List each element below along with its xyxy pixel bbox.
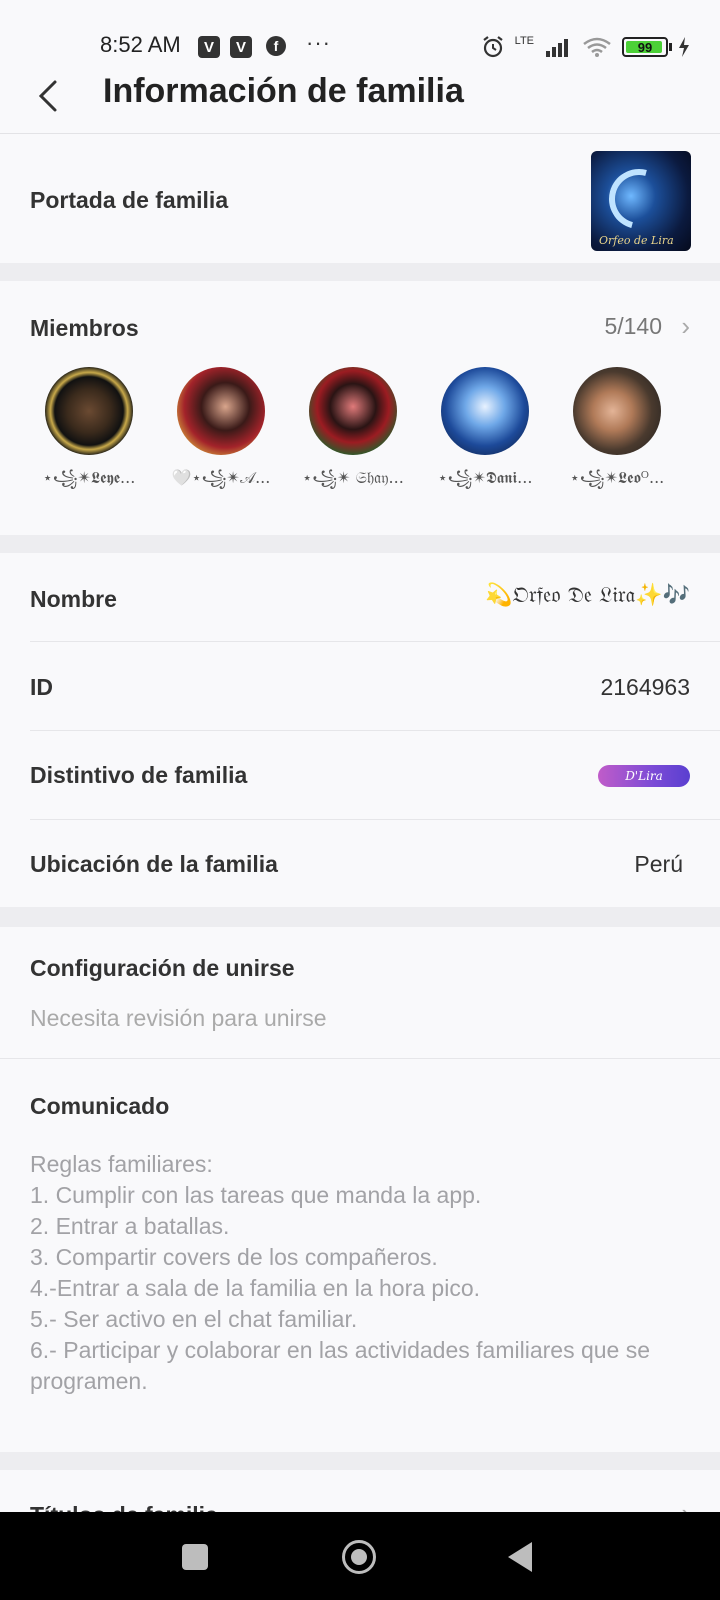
section-gap [0, 535, 720, 553]
member-avatar[interactable] [177, 367, 265, 455]
announcement-text: Reglas familiares: 1. Cumplir con las ta… [30, 1151, 651, 1394]
network-type: LTE [514, 35, 534, 47]
status-time: 8:52 AM [100, 32, 181, 57]
chevron-right-icon[interactable]: › [681, 1498, 690, 1512]
cover-label: Portada de familia [30, 187, 229, 213]
id-row: ID 2164963 [0, 642, 720, 730]
members-label: Miembros [30, 315, 139, 341]
announcement-label: Comunicado [30, 1093, 170, 1119]
app-notification-icon: V [198, 36, 220, 58]
members-section: Miembros 5/140 › ⋆꧁✴𝕷𝖊𝖞𝖊... 🤍⋆꧁✴𝒜... ⋆꧁✴… [0, 281, 720, 535]
family-name-value: 💫𝔒𝔯𝔣𝔢𝔬 𝔇𝔢 𝔏𝔦𝔯𝔞✨🎶 [485, 583, 690, 608]
join-setting-value: Necesita revisión para unirse [30, 1005, 327, 1031]
info-section: Nombre 💫𝔒𝔯𝔣𝔢𝔬 𝔇𝔢 𝔏𝔦𝔯𝔞✨🎶 ID 2164963 Disti… [0, 553, 720, 907]
cover-image-text: Orfeo de Lira [599, 234, 674, 247]
wifi-icon [583, 37, 611, 57]
join-setting-section: Configuración de unirse Necesita revisió… [0, 927, 720, 1058]
system-back-button[interactable] [508, 1542, 532, 1572]
battery-level: 99 [637, 39, 653, 55]
app-notification-icon: V [230, 36, 252, 58]
id-label: ID [30, 674, 53, 700]
member-item[interactable]: ⋆꧁✴𝕷𝖊𝖞𝖊... [23, 367, 155, 498]
location-value: Perú [634, 851, 683, 877]
join-setting-label: Configuración de unirse [30, 955, 295, 981]
recent-apps-button[interactable] [182, 1544, 208, 1570]
members-count[interactable]: 5/140 [604, 313, 662, 340]
family-id-value: 2164963 [600, 674, 690, 700]
chevron-left-icon [38, 80, 57, 112]
member-avatar[interactable] [309, 367, 397, 455]
member-item[interactable]: 🤍⋆꧁✴𝒜... [155, 367, 287, 498]
section-gap [0, 907, 720, 927]
alarm-icon [482, 36, 503, 58]
system-navigation-bar [0, 1512, 720, 1600]
member-avatar[interactable] [441, 367, 529, 455]
signal-icon [546, 39, 568, 57]
status-bar: 8:52 AM V V f ··· LTE 99 [0, 0, 720, 66]
member-name: ⋆꧁✴𝕷𝖊𝖔ᴼ... [569, 468, 665, 487]
section-gap [0, 1452, 720, 1470]
titles-label: Títulos de familia [30, 1502, 218, 1512]
titles-row[interactable]: Títulos de familia › [0, 1470, 720, 1512]
member-name: ⋆꧁✴𝕷𝖊𝖞𝖊... [42, 468, 136, 487]
location-label: Ubicación de la familia [30, 851, 278, 877]
location-row: Ubicación de la familia Perú [0, 820, 720, 907]
status-indicators: LTE 99 [481, 32, 690, 62]
battery-icon: 99 [622, 37, 672, 57]
name-label: Nombre [30, 586, 117, 612]
family-badge: D'Lira [598, 765, 690, 787]
charging-icon [679, 37, 689, 57]
badge-row: Distintivo de familia D'Lira [0, 731, 720, 819]
member-item[interactable]: ⋆꧁✴𝕯𝖆𝖓𝖎... [419, 367, 551, 498]
member-name: ⋆꧁✴𝕯𝖆𝖓𝖎... [437, 468, 533, 487]
family-cover-image[interactable]: Orfeo de Lira [591, 151, 691, 251]
member-item[interactable]: ⋆꧁✴ 𝔖𝔥𝔞𝔶... [287, 367, 419, 498]
header: Información de familia [0, 66, 720, 134]
badge-label: Distintivo de familia [30, 762, 248, 788]
member-avatar[interactable] [573, 367, 661, 455]
member-avatar[interactable] [45, 367, 133, 455]
member-name: ⋆꧁✴ 𝔖𝔥𝔞𝔶... [302, 468, 404, 487]
back-button[interactable] [28, 74, 68, 118]
home-button[interactable] [342, 1540, 376, 1574]
name-row: Nombre 💫𝔒𝔯𝔣𝔢𝔬 𝔇𝔢 𝔏𝔦𝔯𝔞✨🎶 [0, 553, 720, 641]
chevron-right-icon[interactable]: › [681, 311, 690, 342]
moon-graphic [598, 158, 680, 240]
announcement-section: Comunicado Reglas familiares: 1. Cumplir… [0, 1059, 720, 1452]
member-item[interactable]: ⋆꧁✴𝕷𝖊𝖔ᴼ... [551, 367, 683, 498]
more-notifications-icon: ··· [306, 30, 331, 55]
cover-row[interactable]: Portada de familia Orfeo de Lira [0, 135, 720, 263]
page-title: Información de familia [103, 72, 464, 110]
section-gap [0, 263, 720, 281]
facebook-icon: f [266, 36, 286, 56]
member-name: 🤍⋆꧁✴𝒜... [171, 468, 271, 487]
